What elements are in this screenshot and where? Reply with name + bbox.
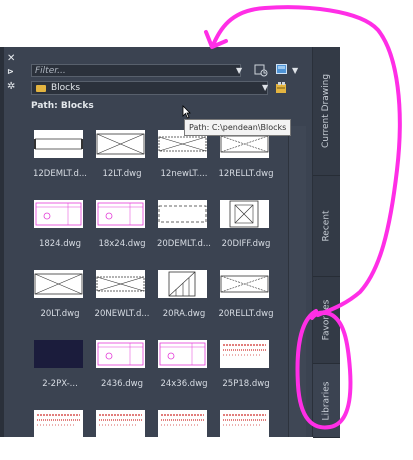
annotation-arrow-drawing [204, 5, 402, 430]
